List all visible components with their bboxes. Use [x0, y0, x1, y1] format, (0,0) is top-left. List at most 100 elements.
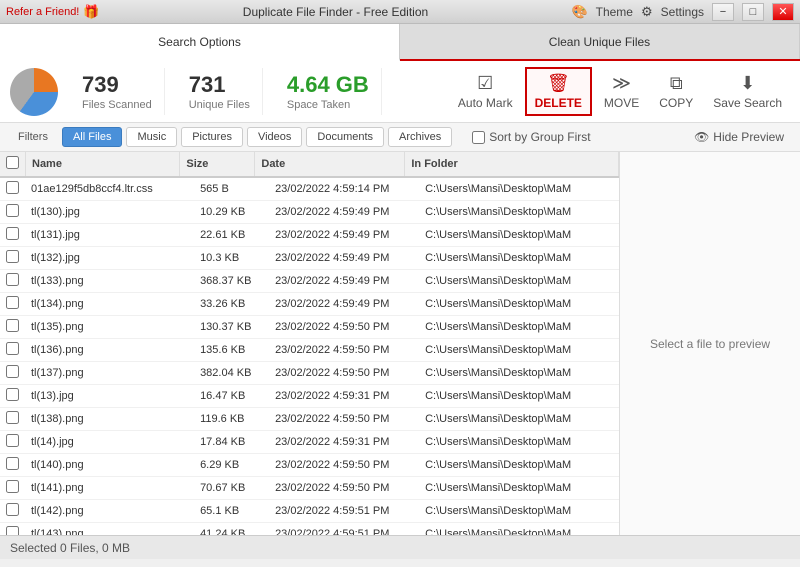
table-row[interactable]: tl(138).png 119.6 KB 23/02/2022 4:59:50 … — [0, 408, 619, 431]
row-checkbox[interactable] — [0, 477, 25, 500]
tab-clean-unique[interactable]: Clean Unique Files — [400, 24, 800, 59]
row-folder: C:\Users\Mansi\Desktop\MaM — [419, 385, 619, 408]
table-row[interactable]: tl(135).png 130.37 KB 23/02/2022 4:59:50… — [0, 316, 619, 339]
row-date: 23/02/2022 4:59:51 PM — [269, 500, 419, 523]
table-row[interactable]: tl(142).png 65.1 KB 23/02/2022 4:59:51 P… — [0, 500, 619, 523]
titlebar-controls: 🎨 Theme ⚙ Settings − □ ✕ — [571, 3, 794, 21]
save-search-button[interactable]: ⬇ Save Search — [705, 69, 790, 114]
row-checkbox[interactable] — [0, 362, 25, 385]
row-size: 70.67 KB — [194, 477, 269, 500]
settings-label[interactable]: Settings — [661, 5, 704, 19]
sort-group: Sort by Group First — [472, 130, 590, 144]
status-bar: Selected 0 Files, 0 MB — [0, 535, 800, 559]
row-checkbox[interactable] — [0, 316, 25, 339]
row-size: 17.84 KB — [194, 431, 269, 454]
row-checkbox[interactable] — [0, 523, 25, 536]
table-row[interactable]: tl(136).png 135.6 KB 23/02/2022 4:59:50 … — [0, 339, 619, 362]
copy-icon: ⧉ — [670, 73, 683, 94]
row-checkbox[interactable] — [0, 247, 25, 270]
table-row[interactable]: tl(131).jpg 22.61 KB 23/02/2022 4:59:49 … — [0, 224, 619, 247]
row-date: 23/02/2022 4:59:50 PM — [269, 316, 419, 339]
row-checkbox[interactable] — [0, 454, 25, 477]
hide-preview-button[interactable]: 👁 Hide Preview — [686, 127, 792, 147]
row-checkbox[interactable] — [0, 201, 25, 224]
row-date: 23/02/2022 4:59:51 PM — [269, 523, 419, 536]
table-row[interactable]: tl(140).png 6.29 KB 23/02/2022 4:59:50 P… — [0, 454, 619, 477]
row-name: tl(141).png — [25, 477, 194, 500]
row-date: 23/02/2022 4:59:49 PM — [269, 224, 419, 247]
files-scanned-label: Files Scanned — [82, 99, 152, 111]
row-checkbox[interactable] — [0, 339, 25, 362]
filter-bar: Filters All Files Music Pictures Videos … — [0, 123, 800, 152]
col-header-date[interactable]: Date — [255, 152, 405, 177]
file-list-scroll[interactable]: 01ae129f5db8ccf4.ltr.css 565 B 23/02/202… — [0, 178, 619, 535]
preview-message: Select a file to preview — [650, 337, 770, 351]
delete-button[interactable]: 🗑 DELETE — [525, 67, 592, 116]
row-checkbox[interactable] — [0, 270, 25, 293]
row-checkbox[interactable] — [0, 178, 25, 201]
select-all-checkbox[interactable] — [6, 156, 19, 169]
row-name: 01ae129f5db8ccf4.ltr.css — [25, 178, 194, 201]
filter-music[interactable]: Music — [126, 127, 177, 147]
move-button[interactable]: ≫ MOVE — [596, 69, 647, 114]
row-name: tl(134).png — [25, 293, 194, 316]
row-date: 23/02/2022 4:59:49 PM — [269, 247, 419, 270]
minimize-button[interactable]: − — [712, 3, 734, 21]
table-row[interactable]: 01ae129f5db8ccf4.ltr.css 565 B 23/02/202… — [0, 178, 619, 201]
unique-files-label: Unique Files — [189, 99, 250, 111]
app-title: Duplicate File Finder - Free Edition — [100, 5, 572, 19]
unique-files-stat: 731 Unique Files — [177, 68, 263, 114]
sort-by-group-checkbox[interactable] — [472, 131, 485, 144]
maximize-button[interactable]: □ — [742, 3, 764, 21]
filter-documents[interactable]: Documents — [306, 127, 384, 147]
sort-by-group-label[interactable]: Sort by Group First — [472, 130, 590, 144]
gift-icon: 🎁 — [83, 4, 99, 20]
eye-icon: 👁 — [694, 130, 709, 144]
row-folder: C:\Users\Mansi\Desktop\MaM — [419, 523, 619, 536]
table-row[interactable]: tl(14).jpg 17.84 KB 23/02/2022 4:59:31 P… — [0, 431, 619, 454]
col-header-folder[interactable]: In Folder — [405, 152, 619, 177]
filter-videos[interactable]: Videos — [247, 127, 302, 147]
filters-label: Filters — [8, 128, 58, 146]
move-icon: ≫ — [612, 73, 631, 94]
row-checkbox[interactable] — [0, 385, 25, 408]
row-folder: C:\Users\Mansi\Desktop\MaM — [419, 293, 619, 316]
table-row[interactable]: tl(132).jpg 10.3 KB 23/02/2022 4:59:49 P… — [0, 247, 619, 270]
row-date: 23/02/2022 4:59:50 PM — [269, 454, 419, 477]
filter-archives[interactable]: Archives — [388, 127, 452, 147]
table-row[interactable]: tl(141).png 70.67 KB 23/02/2022 4:59:50 … — [0, 477, 619, 500]
row-size: 16.47 KB — [194, 385, 269, 408]
table-row[interactable]: tl(134).png 33.26 KB 23/02/2022 4:59:49 … — [0, 293, 619, 316]
row-name: tl(14).jpg — [25, 431, 194, 454]
refer-friend-link[interactable]: Refer a Friend! — [6, 6, 79, 18]
tab-search-options[interactable]: Search Options — [0, 24, 400, 61]
table-row[interactable]: tl(137).png 382.04 KB 23/02/2022 4:59:50… — [0, 362, 619, 385]
pie-chart — [10, 68, 58, 116]
filter-pictures[interactable]: Pictures — [181, 127, 243, 147]
table-row[interactable]: tl(130).jpg 10.29 KB 23/02/2022 4:59:49 … — [0, 201, 619, 224]
copy-button[interactable]: ⧉ COPY — [651, 69, 701, 114]
close-button[interactable]: ✕ — [772, 3, 794, 21]
unique-files-value: 731 — [189, 72, 250, 98]
row-size: 135.6 KB — [194, 339, 269, 362]
table-row[interactable]: tl(143).png 41.24 KB 23/02/2022 4:59:51 … — [0, 523, 619, 536]
col-header-size[interactable]: Size — [180, 152, 255, 177]
table-row[interactable]: tl(133).png 368.37 KB 23/02/2022 4:59:49… — [0, 270, 619, 293]
table-row[interactable]: tl(13).jpg 16.47 KB 23/02/2022 4:59:31 P… — [0, 385, 619, 408]
auto-mark-button[interactable]: ☑ Auto Mark — [450, 69, 521, 114]
row-checkbox[interactable] — [0, 224, 25, 247]
row-folder: C:\Users\Mansi\Desktop\MaM — [419, 270, 619, 293]
space-taken-label: Space Taken — [287, 99, 369, 111]
titlebar: Refer a Friend! 🎁 Duplicate File Finder … — [0, 0, 800, 24]
filter-all-files[interactable]: All Files — [62, 127, 123, 147]
files-scanned-stat: 739 Files Scanned — [70, 68, 165, 114]
row-checkbox[interactable] — [0, 293, 25, 316]
row-name: tl(137).png — [25, 362, 194, 385]
row-checkbox[interactable] — [0, 431, 25, 454]
row-checkbox[interactable] — [0, 500, 25, 523]
theme-label[interactable]: Theme — [596, 5, 633, 19]
row-name: tl(13).jpg — [25, 385, 194, 408]
col-header-name[interactable]: Name — [26, 152, 180, 177]
row-checkbox[interactable] — [0, 408, 25, 431]
row-size: 6.29 KB — [194, 454, 269, 477]
